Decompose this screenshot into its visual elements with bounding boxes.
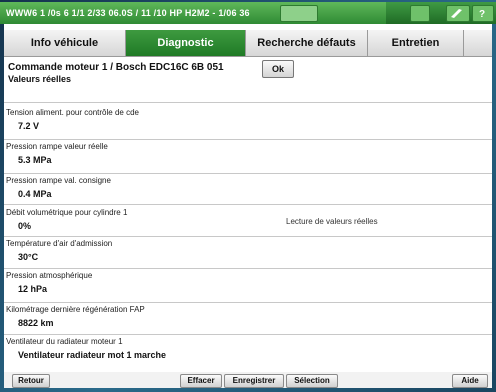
divider	[4, 204, 492, 205]
footer-bar: Retour Effacer Enregistrer Sélection Aid…	[4, 372, 492, 388]
help-icon[interactable]: ?	[472, 5, 494, 22]
value-reading: 7.2 V	[18, 121, 40, 131]
status-message: Lecture de valeurs réelles	[286, 217, 378, 226]
value-reading: 0.4 MPa	[18, 189, 52, 199]
divider	[4, 102, 492, 103]
value-label: Tension aliment. pour contrôle de cde	[6, 108, 139, 117]
value-row: Débit volumétrique pour cylindre 1 0%	[4, 208, 492, 239]
value-reading: Ventilateur radiateur mot 1 marche	[18, 350, 167, 360]
value-label: Température d'air d'admission	[6, 239, 113, 248]
value-reading: 5.3 MPa	[18, 155, 52, 165]
value-reading: 8822 km	[18, 318, 54, 328]
svg-text:?: ?	[479, 9, 485, 18]
value-row: Pression atmosphérique 12 hPa	[4, 271, 492, 302]
status-indicator	[280, 5, 318, 22]
divider	[4, 268, 492, 269]
tab-maintenance[interactable]: Entretien	[368, 30, 464, 56]
main-screen: Info véhicule Diagnostic Recherche défau…	[4, 24, 492, 388]
value-reading: 12 hPa	[18, 284, 48, 294]
record-button[interactable]: Enregistrer	[224, 374, 284, 388]
divider	[4, 302, 492, 303]
value-row: Température d'air d'admission 30°C	[4, 239, 492, 270]
value-reading: 0%	[18, 221, 32, 231]
value-row: Kilométrage dernière régénération FAP 88…	[4, 305, 492, 336]
divider	[4, 173, 492, 174]
value-label: Pression rampe val. consigne	[6, 176, 111, 185]
help-button[interactable]: Aide	[452, 374, 488, 388]
value-row: Ventilateur du radiateur moteur 1 Ventil…	[4, 337, 492, 368]
section-title: Valeurs réelles	[8, 74, 72, 84]
value-label: Débit volumétrique pour cylindre 1	[6, 208, 128, 217]
value-reading: 30°C	[18, 252, 39, 262]
print-icon[interactable]	[410, 5, 430, 22]
divider	[4, 139, 492, 140]
value-label: Ventilateur du radiateur moteur 1	[6, 337, 123, 346]
divider	[4, 236, 492, 237]
tab-fault-finding[interactable]: Recherche défauts	[246, 30, 368, 56]
title-bar: WWW6 1 /0s 6 1/1 2/33 06.0S / 11 /10 HP …	[0, 2, 496, 24]
ecu-title: Commande moteur 1 / Bosch EDC16C 6B 051	[8, 62, 224, 73]
tab-bar: Info véhicule Diagnostic Recherche défau…	[4, 30, 492, 57]
value-label: Pression atmosphérique	[6, 271, 93, 280]
tools-icon[interactable]	[446, 5, 470, 22]
tab-extra[interactable]	[464, 30, 492, 56]
value-row: Tension aliment. pour contrôle de cde 7.…	[4, 108, 492, 139]
value-row: Pression rampe val. consigne 0.4 MPa	[4, 176, 492, 207]
ok-button[interactable]: Ok	[262, 60, 294, 78]
back-button[interactable]: Retour	[12, 374, 50, 388]
window-title: WWW6 1 /0s 6 1/1 2/33 06.0S / 11 /10 HP …	[6, 8, 250, 18]
clear-button[interactable]: Effacer	[180, 374, 222, 388]
tab-vehicle-info[interactable]: Info véhicule	[4, 30, 126, 56]
tab-diagnostic[interactable]: Diagnostic	[126, 30, 246, 56]
value-label: Pression rampe valeur réelle	[6, 142, 108, 151]
divider	[4, 334, 492, 335]
selection-button[interactable]: Sélection	[286, 374, 338, 388]
value-row: Pression rampe valeur réelle 5.3 MPa	[4, 142, 492, 173]
value-label: Kilométrage dernière régénération FAP	[6, 305, 145, 314]
